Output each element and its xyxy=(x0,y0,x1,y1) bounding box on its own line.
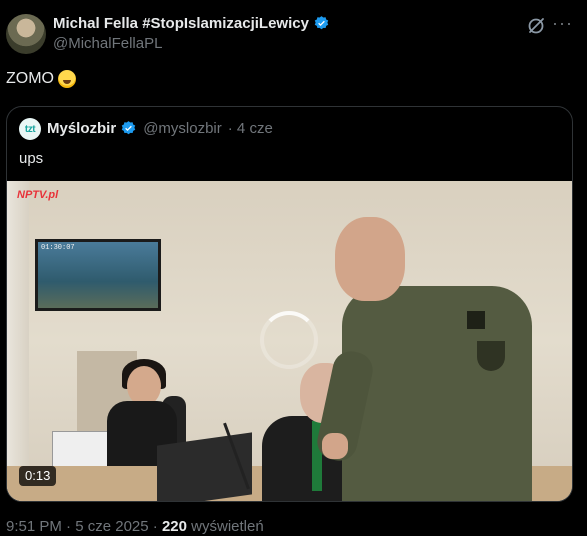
tweet-date[interactable]: 5 cze 2025 xyxy=(75,518,148,535)
scene-person-head xyxy=(127,366,161,406)
video-duration-badge: 0:13 xyxy=(19,466,57,486)
scene-soldier-body xyxy=(342,286,532,501)
scene-soldier-head xyxy=(335,217,405,301)
scene-monitor: 01:30:07 xyxy=(35,239,161,311)
tweet-footer: 9:51 PM · 5 cze 2025 · 220 wyświetleń xyxy=(6,518,264,535)
separator-dot: · xyxy=(66,518,72,535)
quote-verified-badge-icon xyxy=(121,121,136,135)
scene-soldier-hand xyxy=(322,433,348,459)
more-options-icon[interactable]: ··· xyxy=(552,14,572,35)
author-avatar[interactable] xyxy=(6,14,46,54)
view-count[interactable]: 220 xyxy=(162,518,187,535)
scene-uniform-flag xyxy=(467,311,485,329)
quote-text: ups xyxy=(19,150,44,167)
grok-icon[interactable] xyxy=(526,16,546,36)
video-player[interactable]: 01:30:07 NPTV.pl 0:13 xyxy=(7,181,572,501)
quote-time[interactable]: · 4 cze xyxy=(228,120,273,137)
channel-logo: NPTV.pl xyxy=(17,189,59,201)
monitor-timestamp: 01:30:07 xyxy=(41,244,75,252)
scene-wall xyxy=(7,181,29,501)
quote-author-name[interactable]: Myślozbir xyxy=(47,120,116,137)
separator-dot: · xyxy=(152,518,158,535)
scene-laptop xyxy=(157,432,252,501)
quoted-tweet[interactable]: tzt Myślozbir @myslozbir · 4 cze ups 01:… xyxy=(6,106,573,502)
scene-uniform-patch xyxy=(477,341,505,371)
quote-author-handle[interactable]: @myslozbir xyxy=(143,120,222,137)
author-name-row[interactable]: Michal Fella #StopIslamizacjiLewicy xyxy=(53,15,330,32)
quote-header: Myślozbir @myslozbir · 4 cze xyxy=(47,120,273,137)
view-label: wyświetleń xyxy=(191,518,264,535)
verified-badge-icon xyxy=(314,16,329,30)
tweet-time[interactable]: 9:51 PM xyxy=(6,518,62,535)
tweet-text-content: ZOMO xyxy=(6,70,54,87)
laughing-emoji-icon xyxy=(58,70,76,88)
scene-printer xyxy=(52,431,109,468)
author-name[interactable]: Michal Fella #StopIslamizacjiLewicy xyxy=(53,15,309,32)
quote-avatar[interactable]: tzt xyxy=(19,118,41,140)
author-handle[interactable]: @MichalFellaPL xyxy=(53,35,162,52)
scene-monitor-screen: 01:30:07 xyxy=(38,242,158,308)
tweet-text: ZOMO xyxy=(6,70,76,88)
loading-spinner-icon xyxy=(260,311,318,369)
